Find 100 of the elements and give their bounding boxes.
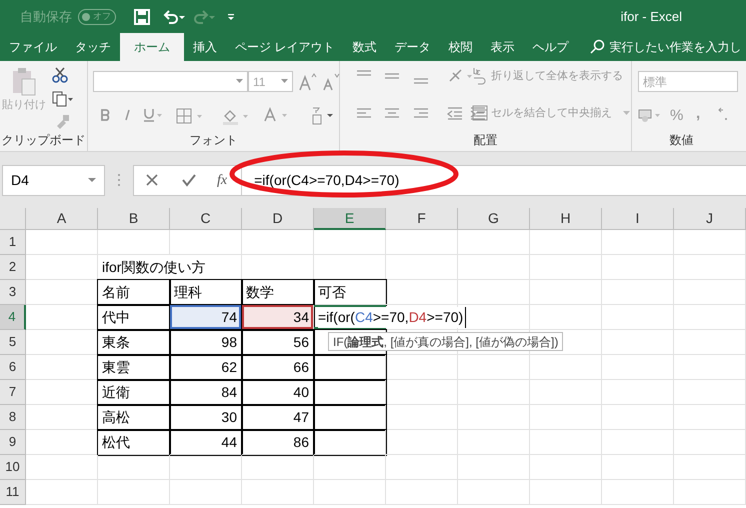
grid-cell[interactable] <box>530 355 602 380</box>
grid-cell[interactable] <box>602 230 674 255</box>
column-header[interactable]: D <box>242 208 314 230</box>
ribbon-tab[interactable]: ホーム <box>120 33 184 61</box>
customize-icon[interactable] <box>226 12 236 22</box>
grid-cell[interactable] <box>530 430 602 455</box>
grid-cell[interactable] <box>314 430 386 455</box>
grid-cell[interactable] <box>674 455 746 480</box>
grid-cell[interactable] <box>26 455 98 480</box>
cell-formula[interactable]: =if(or(C4>=70,D4>=70) <box>318 306 466 328</box>
column-header[interactable]: B <box>98 208 170 230</box>
grid-cell[interactable] <box>98 230 170 255</box>
grid-cell[interactable] <box>386 480 458 505</box>
row-header[interactable]: 8 <box>0 405 26 430</box>
scissors-icon[interactable] <box>52 67 68 83</box>
select-all-corner[interactable] <box>0 208 26 230</box>
ribbon-tab[interactable]: タッチ <box>66 33 120 61</box>
row-header[interactable]: 4 <box>0 305 26 330</box>
grid-cell[interactable] <box>530 280 602 305</box>
merge-cells-icon[interactable] <box>472 105 488 122</box>
drag-handle-icon[interactable] <box>117 173 121 187</box>
shrink-font-icon[interactable] <box>321 73 341 91</box>
grid-cell[interactable] <box>242 480 314 505</box>
dropdown-caret-icon[interactable] <box>88 178 96 182</box>
bold-icon[interactable] <box>100 109 110 121</box>
grid-cell[interactable] <box>242 230 314 255</box>
row-header[interactable]: 5 <box>0 330 26 355</box>
grid-cell[interactable] <box>602 255 674 280</box>
ribbon-tab[interactable]: 表示 <box>481 33 524 61</box>
underline-icon[interactable] <box>143 108 163 122</box>
grid-cell[interactable] <box>314 230 386 255</box>
cancel-icon[interactable] <box>145 173 159 187</box>
column-header[interactable]: H <box>530 208 602 230</box>
grid-cell[interactable] <box>674 430 746 455</box>
search-icon[interactable] <box>589 39 606 55</box>
phonetic-guide-icon[interactable] <box>310 106 336 126</box>
grid-cell[interactable] <box>170 230 242 255</box>
grid-cell[interactable] <box>602 280 674 305</box>
grid-cell[interactable] <box>602 330 674 355</box>
grid-cell[interactable] <box>386 355 458 380</box>
grid-cell[interactable] <box>530 255 602 280</box>
row-header[interactable]: 2 <box>0 255 26 280</box>
grid-cell[interactable] <box>530 405 602 430</box>
grid-cell[interactable] <box>530 230 602 255</box>
grid-cell[interactable] <box>170 455 242 480</box>
grid-cell[interactable] <box>530 480 602 505</box>
grid-cell[interactable] <box>674 480 746 505</box>
row-header[interactable]: 1 <box>0 230 26 255</box>
grid-cell[interactable] <box>98 480 170 505</box>
clipboard-icon[interactable] <box>11 67 37 97</box>
copy-icon[interactable] <box>52 91 74 107</box>
grid-cell[interactable] <box>386 455 458 480</box>
name-box[interactable]: D4 <box>2 164 105 196</box>
grid-cell[interactable] <box>674 330 746 355</box>
grid-cell[interactable] <box>602 430 674 455</box>
ribbon-tab[interactable]: 数式 <box>343 33 386 61</box>
grid-cell[interactable] <box>314 355 386 380</box>
grid-cell[interactable] <box>26 230 98 255</box>
column-header[interactable]: I <box>602 208 674 230</box>
grid-cell[interactable] <box>602 480 674 505</box>
column-header[interactable]: G <box>458 208 530 230</box>
grid-cell[interactable] <box>26 480 98 505</box>
grid-cell[interactable] <box>314 480 386 505</box>
column-header[interactable]: F <box>386 208 458 230</box>
save-icon[interactable] <box>134 8 150 24</box>
grid-cell[interactable] <box>314 405 386 430</box>
ribbon-tab[interactable]: データ <box>385 33 440 61</box>
ribbon-tab[interactable]: 挿入 <box>184 33 226 61</box>
grid-cell[interactable] <box>602 380 674 405</box>
grid-cell[interactable] <box>458 230 530 255</box>
dropdown-caret-icon[interactable] <box>623 110 630 116</box>
grid-cell[interactable] <box>674 230 746 255</box>
grid-cell[interactable] <box>530 305 602 330</box>
ribbon-tab[interactable]: ヘルプ <box>523 33 578 61</box>
dropdown-caret-icon[interactable] <box>281 79 288 84</box>
grid-cell[interactable] <box>674 305 746 330</box>
undo-icon[interactable] <box>162 8 186 24</box>
grid-cell[interactable] <box>386 255 458 280</box>
ribbon-tab[interactable]: 校閲 <box>439 33 482 61</box>
grid-cell[interactable] <box>602 305 674 330</box>
ribbon-tab[interactable]: ファイル <box>0 33 66 61</box>
grid-cell[interactable] <box>674 405 746 430</box>
ribbon-tab[interactable]: ページ レイアウト <box>226 33 344 61</box>
row-header[interactable]: 3 <box>0 280 26 305</box>
grid-cell[interactable] <box>170 480 242 505</box>
grid-cell[interactable] <box>458 255 530 280</box>
row-header[interactable]: 7 <box>0 380 26 405</box>
decrease-indent-icon[interactable] <box>446 106 464 120</box>
wrap-text-icon[interactable] <box>472 67 488 85</box>
grid-cell[interactable] <box>458 405 530 430</box>
grid-cell[interactable] <box>530 380 602 405</box>
check-icon[interactable] <box>181 173 197 187</box>
grid-cell[interactable] <box>602 455 674 480</box>
grid-cell[interactable] <box>386 405 458 430</box>
grow-font-icon[interactable] <box>298 73 318 91</box>
search-field[interactable]: 実行したい作業を入力し <box>589 33 742 61</box>
dropdown-caret-icon[interactable] <box>236 79 243 84</box>
grid-cell[interactable] <box>314 380 386 405</box>
grid-cell[interactable] <box>674 355 746 380</box>
grid-cell[interactable] <box>26 255 98 280</box>
